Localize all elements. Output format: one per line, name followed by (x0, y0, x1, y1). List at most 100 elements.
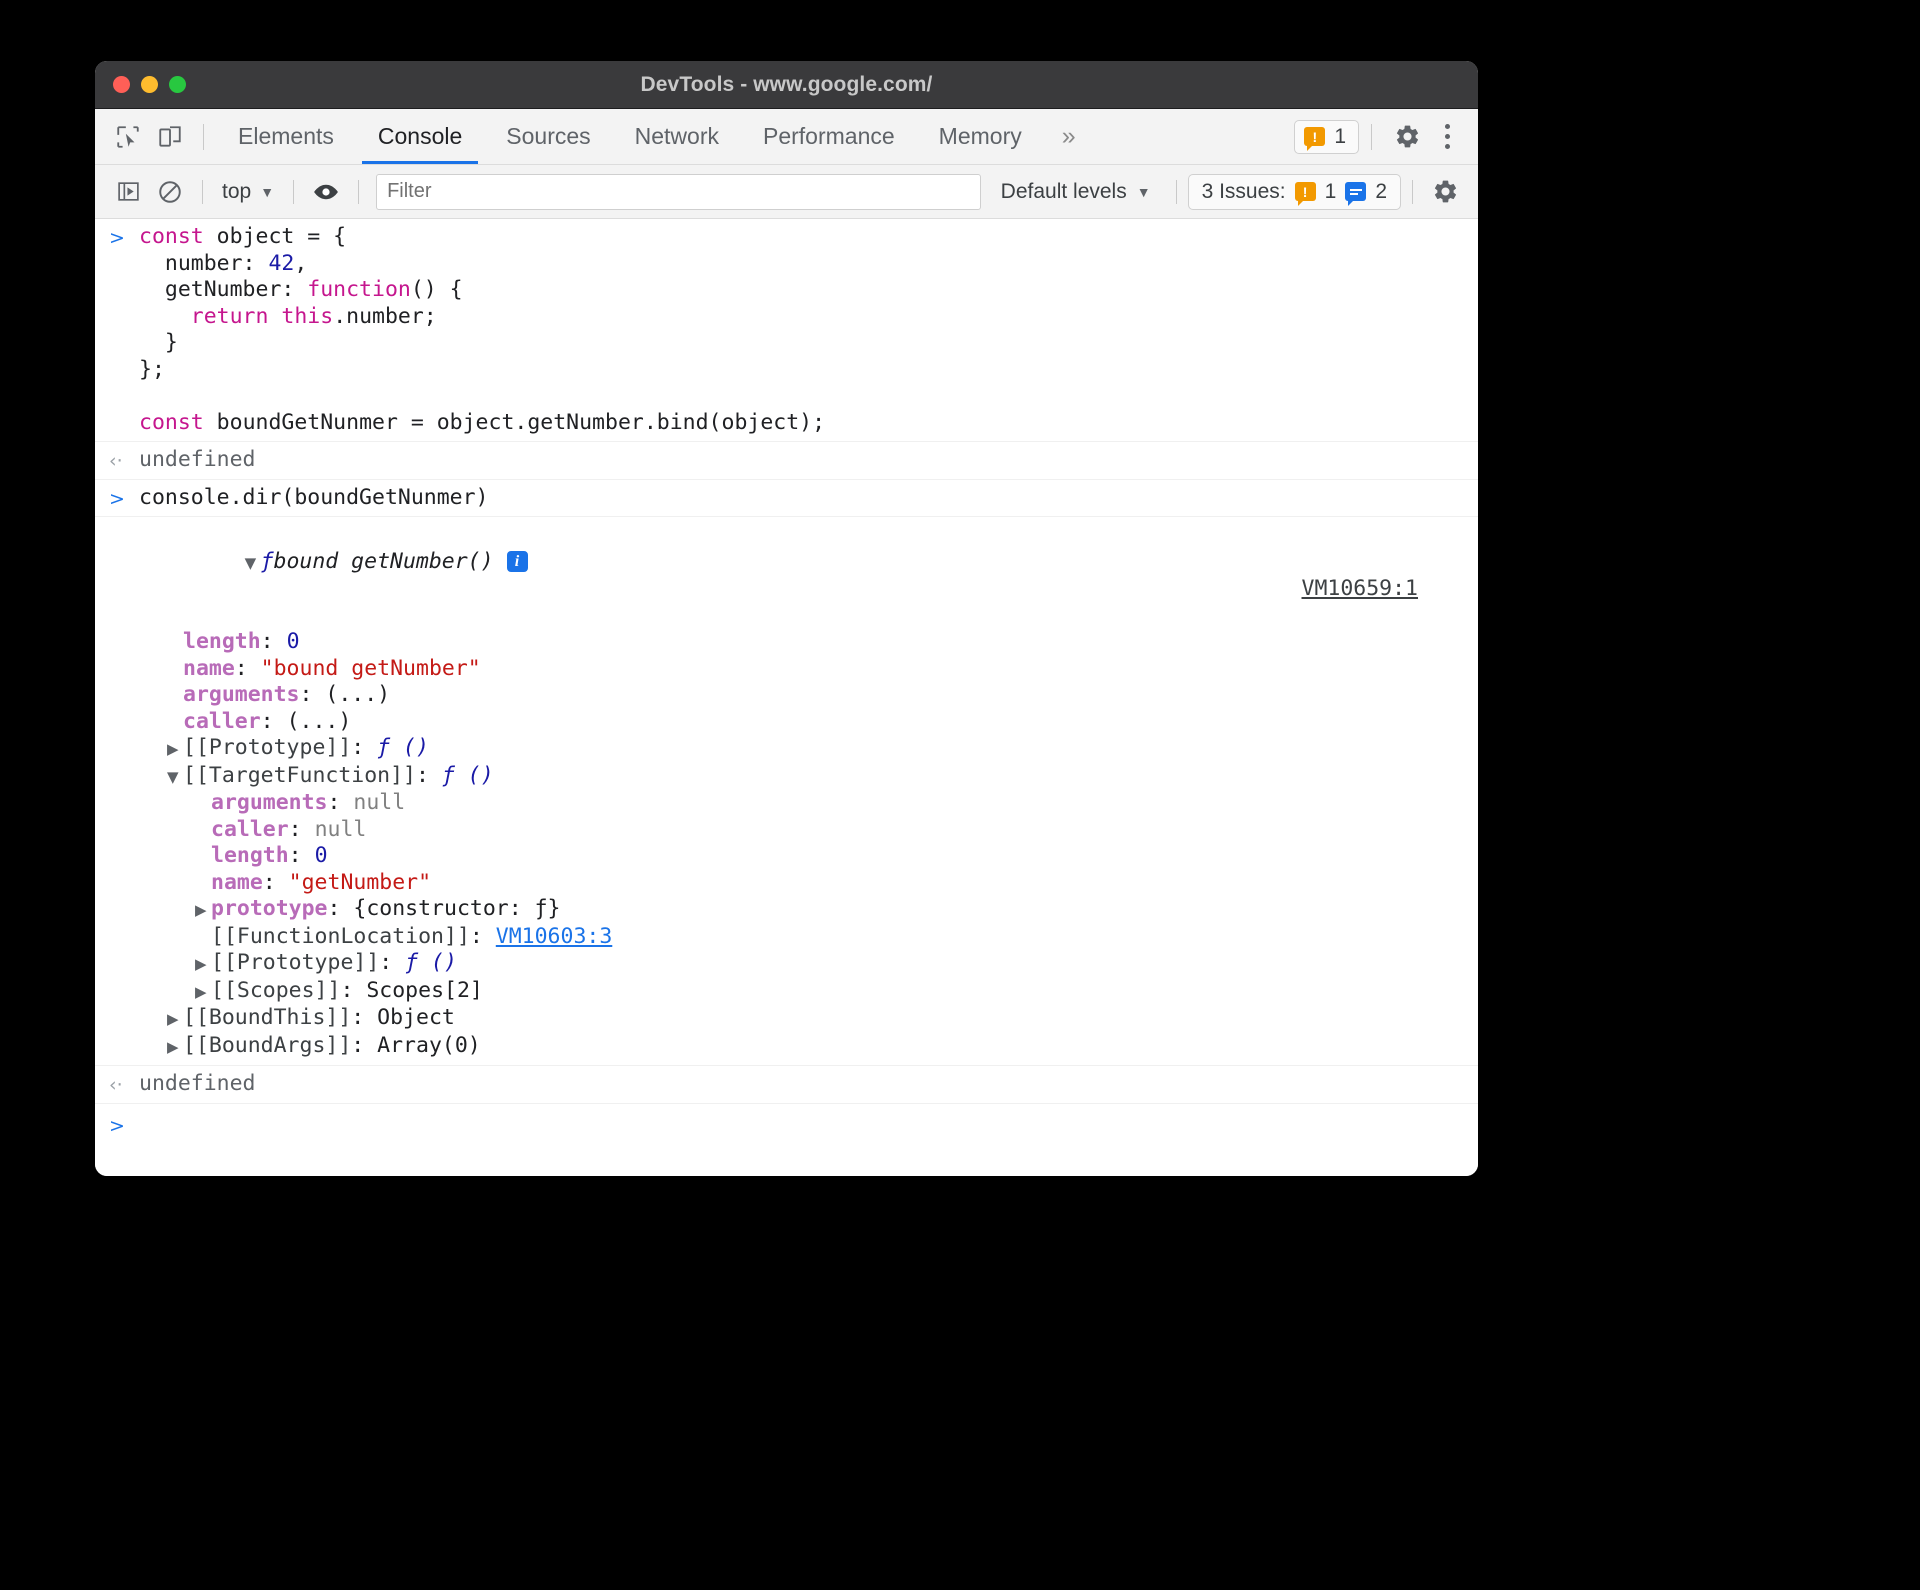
object-tree-row[interactable]: arguments: (...) (139, 682, 1478, 709)
object-tree-row[interactable]: ▶ [[Prototype]]: ƒ () (139, 735, 1478, 763)
issues-label: 3 Issues: (1201, 179, 1286, 203)
expand-triangle-icon[interactable]: ▶ (195, 951, 211, 978)
property-separator: : (288, 816, 315, 842)
execution-context-select[interactable]: top ▼ (214, 173, 282, 211)
property-separator: : (262, 869, 289, 895)
tab-sources[interactable]: Sources (484, 109, 612, 164)
code-line: return this.number; (139, 304, 1478, 331)
object-tree-row[interactable]: ▶ [[Scopes]]: Scopes[2] (139, 978, 1478, 1006)
object-tree-row[interactable]: ▶ [[Prototype]]: ƒ () (139, 950, 1478, 978)
code-line: const object = { (139, 224, 1478, 251)
output-arrow-icon: ‹· (109, 450, 123, 472)
object-tree-row[interactable]: name: "getNumber" (139, 870, 1478, 897)
object-tree-row[interactable]: [[FunctionLocation]]: VM10603:3 (139, 924, 1478, 951)
function-glyph-icon: ƒ (260, 548, 274, 574)
filter-input[interactable] (376, 173, 981, 210)
devtools-tabbar: Elements Console Sources Network Perform… (95, 109, 1478, 165)
tabbar-actions: ! 1 (1294, 116, 1478, 158)
object-tree-row[interactable]: ▼ [[TargetFunction]]: ƒ () (139, 763, 1478, 791)
tab-elements[interactable]: Elements (216, 109, 356, 164)
code-token: boundGetNunmer = object.getNumber.bind(o… (203, 409, 826, 435)
source-location-link[interactable]: VM10603:3 (496, 924, 613, 949)
expand-triangle-icon[interactable]: ▶ (195, 979, 211, 1006)
property-separator: : (340, 977, 367, 1003)
property-key: [[BoundThis]] (183, 1005, 352, 1030)
log-levels-select[interactable]: Default levels ▼ (987, 180, 1165, 204)
expand-triangle-icon[interactable]: ▶ (167, 1006, 183, 1033)
expand-triangle-icon[interactable]: ▼ (245, 550, 261, 577)
property-separator: : (379, 950, 406, 975)
inspect-element-icon[interactable] (107, 116, 149, 158)
settings-gear-icon[interactable] (1384, 116, 1430, 158)
device-toolbar-icon[interactable] (149, 116, 191, 158)
tab-performance[interactable]: Performance (741, 109, 917, 164)
console-settings-gear-icon[interactable] (1424, 172, 1466, 212)
clear-console-icon[interactable] (149, 172, 191, 212)
console-result-message: ‹· undefined (95, 442, 1478, 480)
property-separator: : (351, 735, 378, 760)
toolbar-divider (1175, 179, 1177, 204)
property-separator: : (288, 843, 315, 868)
console-input-code: const object = { number: 42, getNumber: … (139, 224, 1478, 436)
tab-memory[interactable]: Memory (917, 109, 1044, 164)
live-expression-eye-icon[interactable] (305, 172, 347, 212)
object-tree-row[interactable]: length: 0 (139, 629, 1478, 656)
tab-network[interactable]: Network (613, 109, 741, 164)
maximize-window-button[interactable] (169, 76, 186, 93)
kebab-menu-icon[interactable] (1430, 116, 1464, 158)
property-key: [[TargetFunction]] (183, 762, 416, 788)
property-key: arguments (183, 682, 300, 707)
panel-tabs: Elements Console Sources Network Perform… (216, 109, 1094, 164)
warning-icon: ! (1294, 182, 1316, 206)
property-value: 0 (286, 629, 300, 654)
code-token: const (139, 224, 204, 249)
property-value: Object (377, 1005, 455, 1030)
object-tree-row[interactable]: ▶ prototype: {constructor: ƒ} (139, 896, 1478, 924)
more-tabs-icon[interactable]: » (1044, 109, 1094, 164)
property-key: length (183, 629, 261, 654)
close-window-button[interactable] (113, 76, 130, 93)
console-sidebar-icon[interactable] (107, 172, 149, 212)
source-vm-link[interactable]: VM10659:1 (1302, 576, 1419, 603)
issues-summary-badge[interactable]: 3 Issues: ! 1 2 (1187, 173, 1401, 210)
warning-count-badge[interactable]: ! 1 (1294, 119, 1359, 154)
object-tree-row[interactable]: ▶ [[BoundThis]]: Object (139, 1005, 1478, 1033)
tab-console[interactable]: Console (356, 109, 484, 164)
property-separator: : (327, 896, 354, 921)
expand-triangle-icon[interactable]: ▶ (167, 736, 183, 763)
property-key: length (211, 843, 289, 868)
object-tree-row[interactable]: ▶ [[BoundArgs]]: Array(0) (139, 1033, 1478, 1061)
expand-triangle-icon[interactable]: ▶ (195, 897, 211, 924)
console-prompt-row[interactable]: > (95, 1104, 1478, 1137)
minimize-window-button[interactable] (141, 76, 158, 93)
output-arrow-icon: ‹· (109, 1074, 123, 1096)
property-key: [[FunctionLocation]] (211, 923, 470, 949)
toolbar-divider (202, 179, 203, 204)
property-value: null (314, 816, 367, 842)
prompt-arrow-icon: > (109, 1114, 125, 1137)
console-output[interactable]: > const object = { number: 42, getNumber… (95, 219, 1478, 1176)
property-key: [[Prototype]] (183, 735, 352, 760)
toolbar-divider (1412, 179, 1413, 204)
expand-triangle-icon[interactable]: ▼ (167, 764, 183, 791)
expand-triangle-icon[interactable]: ▶ (167, 1034, 183, 1061)
object-tree-row[interactable]: caller: null (139, 817, 1478, 844)
object-tree-row[interactable]: length: 0 (139, 843, 1478, 870)
object-tree-body: length: 0 name: "bound getNumber" argument… (139, 629, 1478, 1060)
object-tree-header[interactable]: ▼ ƒbound getNumber() i VM10659:1 (139, 522, 1478, 629)
property-value: "bound getNumber" (260, 655, 481, 681)
issues-info-count: 2 (1375, 179, 1387, 203)
code-token: const (139, 409, 204, 435)
input-arrow-icon: > (109, 487, 125, 510)
traffic-lights (113, 76, 186, 93)
function-signature-label: bound getNumber() (273, 548, 494, 574)
toolbar-divider (293, 179, 295, 204)
devtools-window: DevTools - www.google.com/ Elements Cons… (95, 61, 1478, 1176)
object-tree-row[interactable]: arguments: null (139, 790, 1478, 817)
object-tree-row[interactable]: name: "bound getNumber" (139, 656, 1478, 683)
object-tree-row[interactable]: caller: (...) (139, 709, 1478, 736)
code-token: getNumber: (139, 277, 308, 302)
info-icon[interactable]: i (506, 550, 528, 572)
